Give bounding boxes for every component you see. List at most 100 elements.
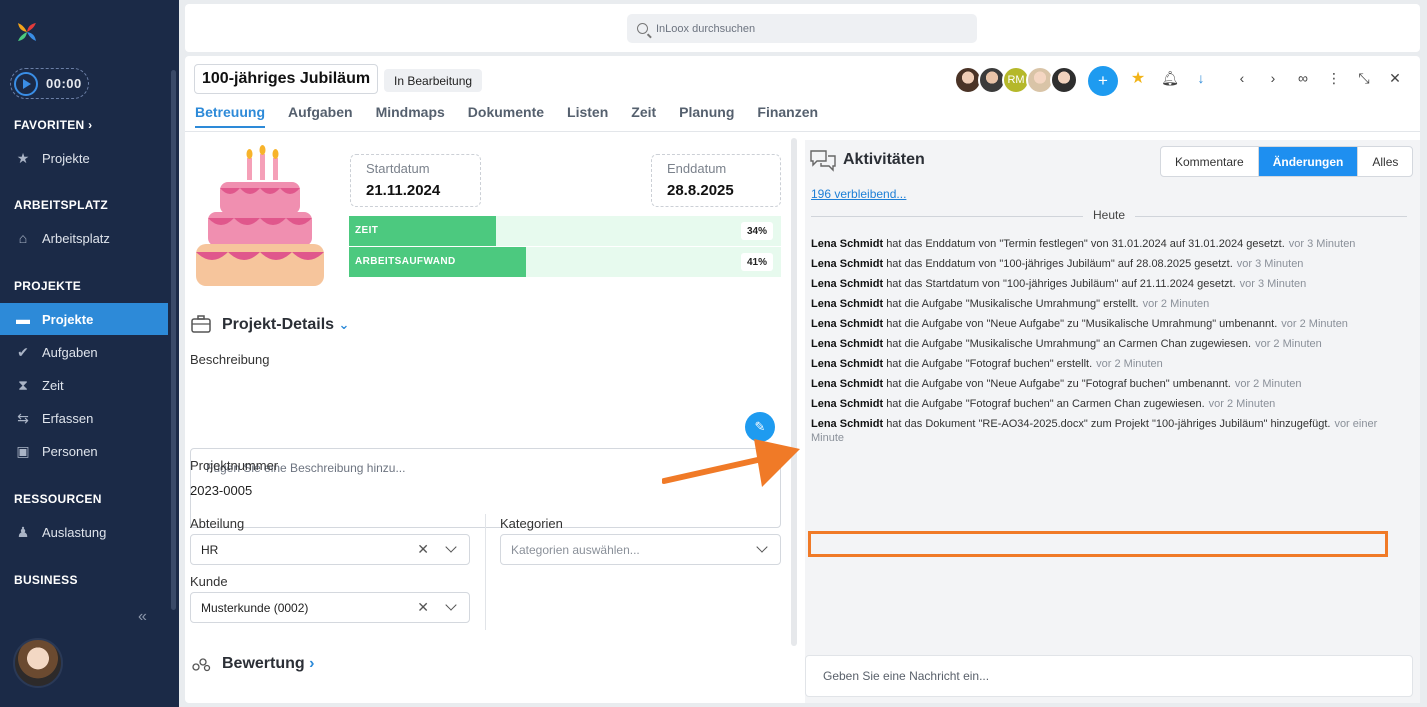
list-item: Lena Schmidt hat die Aufgabe "Fotograf b… <box>811 358 1163 370</box>
home-icon: ⌂ <box>18 230 28 246</box>
tab-mindmaps[interactable]: Mindmaps <box>376 104 445 128</box>
projects-header: PROJEKTE <box>14 279 82 293</box>
chevron-right-icon[interactable]: › <box>1263 70 1283 86</box>
end-date-field[interactable]: Enddatum 28.8.2025 <box>651 154 781 207</box>
tab-planung[interactable]: Planung <box>679 104 734 128</box>
progress-name: ZEIT <box>355 225 379 236</box>
tab-dokumente[interactable]: Dokumente <box>468 104 544 128</box>
sidebar-item-erfassen[interactable]: ⇆ Erfassen <box>0 402 168 434</box>
tab-aufgaben[interactable]: Aufgaben <box>288 104 353 128</box>
customer-value: Musterkunde (0002) <box>201 600 309 615</box>
search-icon <box>637 23 648 34</box>
project-members[interactable]: RM <box>954 66 1078 94</box>
time-tracker-button[interactable]: 00:00 <box>10 68 89 99</box>
message-input[interactable]: Geben Sie eine Nachricht ein... <box>805 655 1413 697</box>
user-avatar[interactable] <box>13 638 63 688</box>
rating-header[interactable]: Bewertung › <box>222 655 314 673</box>
activities-title: Aktivitäten <box>843 151 925 168</box>
department-select[interactable]: HR ✕ <box>190 534 470 565</box>
top-bar: InLoox durchsuchen <box>185 4 1420 52</box>
chevron-right-icon: › <box>309 655 315 672</box>
list-item: Lena Schmidt hat die Aufgabe "Musikalisc… <box>811 338 1322 350</box>
add-member-button[interactable]: + <box>1088 66 1118 96</box>
check-circle-icon: ✔ <box>17 343 29 360</box>
project-tabs: Betreuung Aufgaben Mindmaps Dokumente Li… <box>195 104 841 128</box>
project-details-header[interactable]: Projekt-Details ⌄ <box>222 316 349 334</box>
start-date-label: Startdatum <box>366 161 430 176</box>
department-value: HR <box>201 542 219 557</box>
more-vertical-icon[interactable]: ⋮ <box>1324 70 1344 87</box>
project-title[interactable]: 100-jähriges Jubiläum <box>194 64 379 94</box>
project-number-label: Projektnummer <box>190 458 279 473</box>
contact-card-icon: ▣ <box>16 442 30 459</box>
progress-percent: 41% <box>740 253 773 271</box>
star-icon[interactable]: ★ <box>1128 68 1148 88</box>
description-label: Beschreibung <box>190 352 270 367</box>
department-label: Abteilung <box>190 516 245 531</box>
person-load-icon: ♟ <box>16 523 30 540</box>
chevron-down-icon[interactable] <box>445 541 457 553</box>
categories-select[interactable]: Kategorien auswählen... <box>500 534 781 565</box>
time-progress-bar: ZEIT 34% <box>349 216 781 246</box>
list-item: Lena Schmidt hat das Startdatum von "100… <box>811 278 1307 290</box>
bell-icon[interactable]: 🔔︎ <box>1160 70 1180 87</box>
minimize-icon[interactable]: ⤡ <box>1354 70 1374 87</box>
project-panel: 100-jähriges Jubiläum In Bearbeitung RM … <box>185 56 1420 703</box>
sidebar-item-projekte[interactable]: ▬ Projekte <box>0 303 168 335</box>
filter-kommentare[interactable]: Kommentare <box>1161 147 1259 176</box>
sidebar-item-aufgaben[interactable]: ✔ Aufgaben <box>0 336 168 368</box>
chevron-left-icon[interactable]: ‹ <box>1232 70 1252 86</box>
member-avatar[interactable] <box>1050 66 1078 94</box>
list-item: Lena Schmidt hat die Aufgabe von "Neue A… <box>811 318 1348 330</box>
start-date-value: 21.11.2024 <box>366 182 441 199</box>
progress-percent: 34% <box>740 222 773 240</box>
chevron-down-icon[interactable] <box>756 541 768 553</box>
sidebar-item-auslastung[interactable]: ♟ Auslastung <box>0 516 168 548</box>
filter-alles[interactable]: Alles <box>1358 147 1412 176</box>
column-divider <box>485 514 486 630</box>
clear-icon[interactable]: ✕ <box>417 541 429 558</box>
briefcase-icon <box>191 315 211 333</box>
categories-placeholder: Kategorien auswählen... <box>511 542 640 557</box>
rating-chart-icon <box>192 658 211 672</box>
favorites-header[interactable]: FAVORITEN › <box>14 118 92 132</box>
link-icon[interactable]: ∞ <box>1293 70 1313 86</box>
business-header[interactable]: BUSINESS <box>14 573 78 587</box>
sidebar-item-personen[interactable]: ▣ Personen <box>0 435 168 467</box>
customer-select[interactable]: Musterkunde (0002) ✕ <box>190 592 470 623</box>
clear-icon[interactable]: ✕ <box>417 599 429 616</box>
end-date-value: 28.8.2025 <box>667 182 734 199</box>
inloox-logo[interactable] <box>15 20 39 44</box>
search-input[interactable]: InLoox durchsuchen <box>627 14 977 43</box>
tab-zeit[interactable]: Zeit <box>631 104 656 128</box>
status-badge[interactable]: In Bearbeitung <box>384 69 483 92</box>
tab-listen[interactable]: Listen <box>567 104 608 128</box>
details-scrollbar[interactable] <box>791 138 797 646</box>
sidebar-item-zeit[interactable]: ⧗ Zeit <box>0 369 168 401</box>
tab-finanzen[interactable]: Finanzen <box>757 104 818 128</box>
remaining-link[interactable]: 196 verbleibend... <box>811 187 906 201</box>
chevron-down-icon[interactable] <box>445 599 457 611</box>
end-date-label: Enddatum <box>667 161 727 176</box>
activity-filter: Kommentare Änderungen Alles <box>1160 146 1414 177</box>
sidebar-scrollbar[interactable] <box>171 70 176 610</box>
tab-betreuung[interactable]: Betreuung <box>195 104 265 128</box>
list-item: Lena Schmidt hat das Enddatum von "Termi… <box>811 238 1356 250</box>
progress-name: ARBEITSAUFWAND <box>355 256 456 267</box>
chevron-right-icon: › <box>88 118 93 132</box>
sidebar-item-favorite-projekte[interactable]: ★ Projekte <box>0 142 168 174</box>
arrow-down-icon[interactable]: ↓ <box>1191 70 1211 86</box>
play-icon <box>14 71 38 96</box>
chevron-down-icon: ⌄ <box>338 317 350 332</box>
start-date-field[interactable]: Startdatum 21.11.2024 <box>350 154 481 207</box>
close-icon[interactable]: ✕ <box>1385 70 1405 87</box>
sidebar: 00:00 FAVORITEN › ★ Projekte ARBEITSPLATZ… <box>0 0 179 707</box>
sidebar-item-arbeitsplatz[interactable]: ⌂ Arbeitsplatz <box>0 222 168 254</box>
activities-pane: Aktivitäten Kommentare Änderungen Alles … <box>805 140 1420 703</box>
today-divider: Heute <box>811 208 1407 222</box>
collapse-sidebar-icon[interactable]: « <box>138 608 147 626</box>
folder-icon: ▬ <box>16 311 30 327</box>
filter-aenderungen[interactable]: Änderungen <box>1258 147 1359 176</box>
effort-progress-bar: ARBEITSAUFWAND 41% <box>349 247 781 277</box>
chat-bubbles-icon <box>810 150 836 172</box>
